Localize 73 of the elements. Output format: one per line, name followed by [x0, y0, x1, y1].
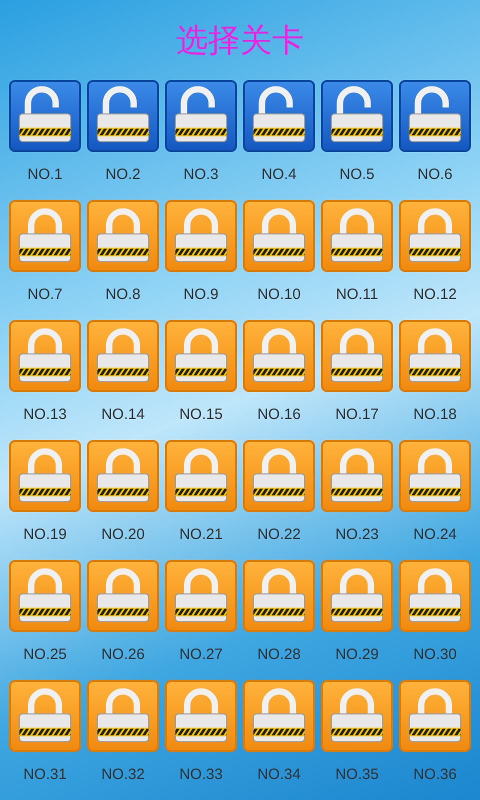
level-label: NO.3 — [183, 165, 218, 185]
level-label: NO.32 — [101, 765, 145, 785]
level-button[interactable] — [9, 200, 81, 272]
level-button[interactable] — [165, 200, 237, 272]
level-label: NO.20 — [101, 525, 145, 545]
level-label: NO.13 — [23, 405, 67, 425]
level-button[interactable] — [87, 560, 159, 632]
level-label: NO.7 — [27, 285, 62, 305]
level-button[interactable] — [243, 200, 315, 272]
level-button[interactable] — [9, 320, 81, 392]
level-button[interactable] — [243, 440, 315, 512]
level-label: NO.4 — [261, 165, 296, 185]
level-label: NO.9 — [183, 285, 218, 305]
level-label: NO.19 — [23, 525, 67, 545]
level-label: NO.35 — [335, 765, 379, 785]
level-label: NO.29 — [335, 645, 379, 665]
level-button[interactable] — [321, 680, 393, 752]
level-label: NO.36 — [413, 765, 457, 785]
level-label: NO.22 — [257, 525, 301, 545]
level-label: NO.1 — [27, 165, 62, 185]
level-label: NO.28 — [257, 645, 301, 665]
level-label: NO.16 — [257, 405, 301, 425]
level-button[interactable] — [243, 680, 315, 752]
level-button[interactable] — [87, 200, 159, 272]
level-button[interactable] — [165, 320, 237, 392]
level-label: NO.11 — [336, 285, 378, 305]
level-label: NO.17 — [335, 405, 379, 425]
level-label: NO.24 — [413, 525, 457, 545]
level-button[interactable] — [165, 560, 237, 632]
level-label: NO.34 — [257, 765, 301, 785]
level-button[interactable] — [243, 80, 315, 152]
level-button[interactable] — [165, 80, 237, 152]
level-button[interactable] — [321, 200, 393, 272]
level-button[interactable] — [9, 440, 81, 512]
level-label: NO.12 — [413, 285, 457, 305]
level-label: NO.5 — [339, 165, 374, 185]
level-label: NO.23 — [335, 525, 379, 545]
level-button[interactable] — [9, 680, 81, 752]
level-button[interactable] — [9, 560, 81, 632]
level-button[interactable] — [399, 200, 471, 272]
level-button[interactable] — [165, 440, 237, 512]
level-label: NO.15 — [179, 405, 223, 425]
level-button[interactable] — [321, 440, 393, 512]
level-label: NO.30 — [413, 645, 457, 665]
level-button[interactable] — [243, 320, 315, 392]
level-button[interactable] — [9, 80, 81, 152]
level-button[interactable] — [399, 320, 471, 392]
level-button[interactable] — [243, 560, 315, 632]
level-button[interactable] — [399, 560, 471, 632]
level-button[interactable] — [399, 80, 471, 152]
level-label: NO.2 — [105, 165, 140, 185]
level-button[interactable] — [87, 680, 159, 752]
level-label: NO.8 — [105, 285, 140, 305]
level-label: NO.10 — [257, 285, 301, 305]
level-label: NO.21 — [179, 525, 223, 545]
level-button[interactable] — [165, 680, 237, 752]
level-button[interactable] — [87, 320, 159, 392]
level-button[interactable] — [399, 440, 471, 512]
level-label: NO.31 — [23, 765, 67, 785]
level-button[interactable] — [399, 680, 471, 752]
level-label: NO.6 — [417, 165, 452, 185]
level-button[interactable] — [321, 80, 393, 152]
level-label: NO.33 — [179, 765, 223, 785]
level-label: NO.27 — [179, 645, 223, 665]
level-label: NO.26 — [101, 645, 145, 665]
level-button[interactable] — [87, 80, 159, 152]
level-label: NO.14 — [101, 405, 145, 425]
level-label: NO.25 — [23, 645, 67, 665]
page-title: 选择关卡 — [176, 20, 304, 61]
level-button[interactable] — [321, 320, 393, 392]
level-label: NO.18 — [413, 405, 457, 425]
level-button[interactable] — [321, 560, 393, 632]
level-button[interactable] — [87, 440, 159, 512]
